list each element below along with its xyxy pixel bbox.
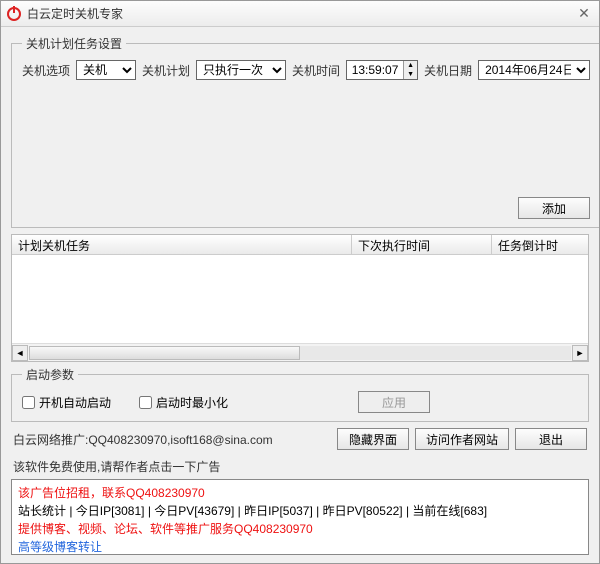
autostart-checkbox[interactable]: 开机自动启动	[22, 394, 111, 411]
apply-button[interactable]: 应用	[358, 391, 430, 413]
horizontal-scrollbar[interactable]: ◄ ►	[12, 343, 588, 361]
hide-ui-button[interactable]: 隐藏界面	[337, 428, 409, 450]
plan-label: 关机计划	[142, 62, 190, 79]
shutdown-plan-select[interactable]: 只执行一次	[196, 60, 286, 80]
time-label: 关机时间	[292, 62, 340, 79]
col-next-time: 下次执行时间	[352, 235, 492, 254]
promo-text: 白云网络推广:QQ408230970,isoft168@sina.com	[13, 431, 331, 448]
window-title: 白云定时关机专家	[27, 5, 575, 22]
minimize-input[interactable]	[139, 396, 152, 409]
visit-site-button[interactable]: 访问作者网站	[415, 428, 509, 450]
shutdown-time-spinner[interactable]: ▲ ▼	[346, 60, 418, 80]
app-icon	[7, 7, 21, 21]
scroll-left-icon[interactable]: ◄	[12, 345, 28, 361]
free-use-text: 该软件免费使用,请帮作者点击一下广告	[11, 456, 589, 475]
scroll-right-icon[interactable]: ►	[572, 345, 588, 361]
time-up-icon[interactable]: ▲	[404, 61, 417, 70]
add-button[interactable]: 添加	[518, 197, 590, 219]
settings-legend: 关机计划任务设置	[22, 35, 126, 52]
autostart-input[interactable]	[22, 396, 35, 409]
col-countdown: 任务倒计时	[492, 235, 588, 254]
ad-box: 该广告位招租，联系QQ408230970 站长统计 | 今日IP[3081] |…	[11, 479, 589, 555]
task-table: 计划关机任务 下次执行时间 任务倒计时 ◄ ►	[11, 234, 589, 362]
minimize-label: 启动时最小化	[156, 394, 228, 411]
shutdown-settings-group: 关机计划任务设置 关机选项 关机 关机计划 只执行一次 关机时间 ▲ ▼	[11, 35, 599, 228]
ad-line-4[interactable]: 高等级博客转让	[18, 538, 582, 555]
date-label: 关机日期	[424, 62, 472, 79]
scroll-thumb[interactable]	[29, 346, 300, 360]
ad-line-2: 站长统计 | 今日IP[3081] | 今日PV[43679] | 昨日IP[5…	[18, 502, 582, 520]
time-input[interactable]	[347, 61, 403, 79]
startup-legend: 启动参数	[22, 366, 78, 383]
shutdown-date-select[interactable]: 2014年06月24日	[478, 60, 590, 80]
autostart-label: 开机自动启动	[39, 394, 111, 411]
startup-params-group: 启动参数 开机自动启动 启动时最小化 应用	[11, 366, 589, 422]
shutdown-option-select[interactable]: 关机	[76, 60, 136, 80]
col-task: 计划关机任务	[12, 235, 352, 254]
close-icon[interactable]: ✕	[575, 5, 593, 23]
ad-line-3: 提供博客、视频、论坛、软件等推广服务QQ408230970	[18, 520, 582, 538]
time-down-icon[interactable]: ▼	[404, 70, 417, 79]
task-table-body	[12, 255, 588, 343]
ad-line-1: 该广告位招租，联系QQ408230970	[18, 484, 582, 502]
minimize-checkbox[interactable]: 启动时最小化	[139, 394, 228, 411]
option-label: 关机选项	[22, 62, 70, 79]
quit-button[interactable]: 退出	[515, 428, 587, 450]
